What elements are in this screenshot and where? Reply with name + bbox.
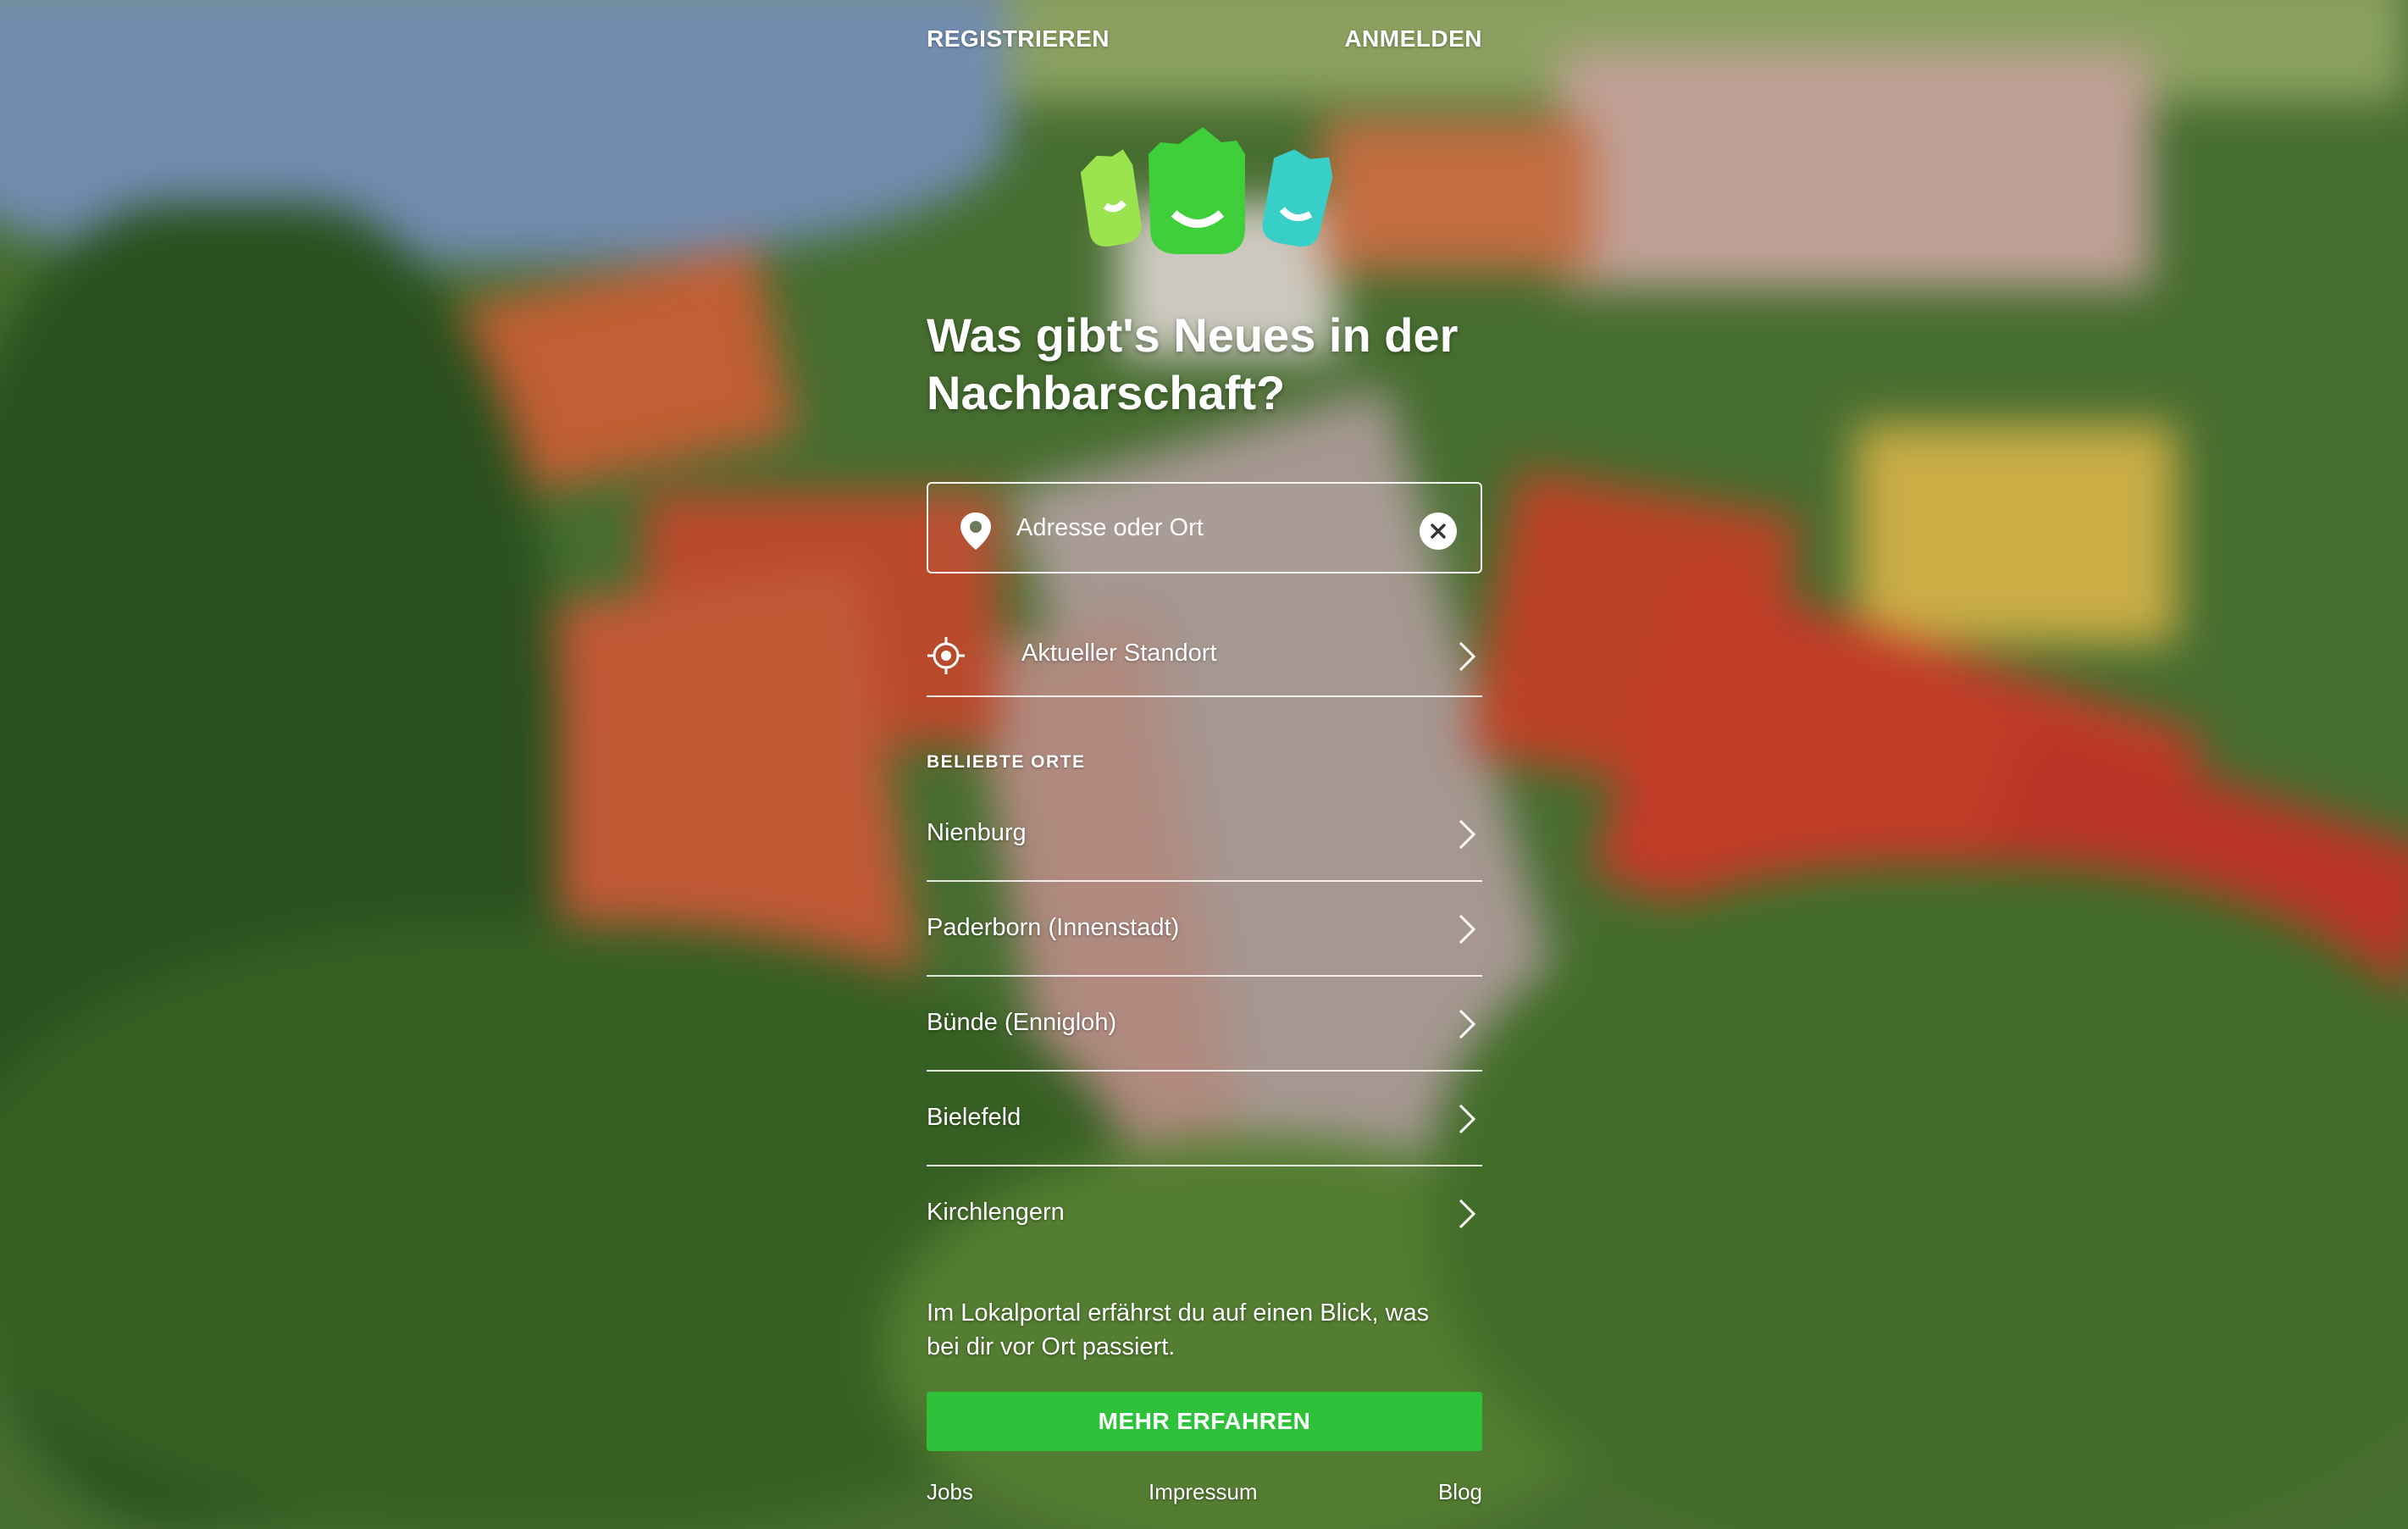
current-location-label: Aktueller Standort	[1021, 640, 1217, 667]
intro-text: Im Lokalportal erfährst du auf einen Bli…	[927, 1296, 1482, 1364]
location-search-box	[927, 482, 1482, 573]
crosshair-icon	[927, 637, 965, 674]
learn-more-button[interactable]: MEHR ERFAHREN	[927, 1392, 1482, 1451]
chevron-right-icon	[1459, 1009, 1476, 1039]
place-name: Paderborn (Innenstadt)	[927, 914, 1180, 941]
login-link[interactable]: ANMELDEN	[1344, 25, 1482, 53]
place-name: Kirchlengern	[927, 1199, 1065, 1226]
headline-line-1: Was gibt's Neues in der	[927, 308, 1459, 362]
popular-place-item[interactable]: Paderborn (Innenstadt)	[927, 882, 1482, 977]
popular-place-item[interactable]: Bielefeld	[927, 1072, 1482, 1166]
jobs-link[interactable]: Jobs	[927, 1479, 973, 1505]
current-location-row[interactable]: Aktueller Standort	[927, 616, 1482, 697]
location-search-input[interactable]	[1016, 504, 1389, 551]
popular-place-item[interactable]: Nienburg	[927, 787, 1482, 882]
intro-text-line-2: bei dir vor Ort passiert.	[927, 1333, 1176, 1360]
register-link[interactable]: REGISTRIEREN	[927, 25, 1110, 53]
chevron-right-icon	[1459, 641, 1476, 672]
lokalportal-logo-icon	[1080, 127, 1333, 254]
map-pin-icon	[960, 512, 991, 550]
place-name: Bielefeld	[927, 1104, 1021, 1131]
blog-link[interactable]: Blog	[1438, 1479, 1482, 1505]
headline-line-2: Nachbarschaft?	[927, 366, 1286, 419]
popular-places-list: Nienburg Paderborn (Innenstadt) Bünde (E…	[927, 787, 1482, 1261]
imprint-link[interactable]: Impressum	[1149, 1479, 1258, 1505]
chevron-right-icon	[1459, 1199, 1476, 1229]
place-name: Bünde (Ennigloh)	[927, 1009, 1117, 1036]
footer-links: Jobs Impressum Blog	[927, 1479, 1482, 1510]
chevron-right-icon	[1459, 914, 1476, 945]
page-headline: Was gibt's Neues in der Nachbarschaft?	[927, 307, 1482, 422]
clear-search-button[interactable]	[1420, 512, 1457, 550]
intro-text-line-1: Im Lokalportal erfährst du auf einen Bli…	[927, 1299, 1430, 1327]
close-icon	[1431, 524, 1446, 539]
popular-places-heading: BELIEBTE ORTE	[927, 752, 1086, 772]
popular-place-item[interactable]: Kirchlengern	[927, 1166, 1482, 1261]
chevron-right-icon	[1459, 1104, 1476, 1134]
popular-place-item[interactable]: Bünde (Ennigloh)	[927, 977, 1482, 1072]
main-column: Was gibt's Neues in der Nachbarschaft? A…	[927, 307, 1482, 1504]
place-name: Nienburg	[927, 819, 1027, 846]
chevron-right-icon	[1459, 819, 1476, 850]
top-nav: REGISTRIEREN ANMELDEN	[927, 25, 1482, 59]
